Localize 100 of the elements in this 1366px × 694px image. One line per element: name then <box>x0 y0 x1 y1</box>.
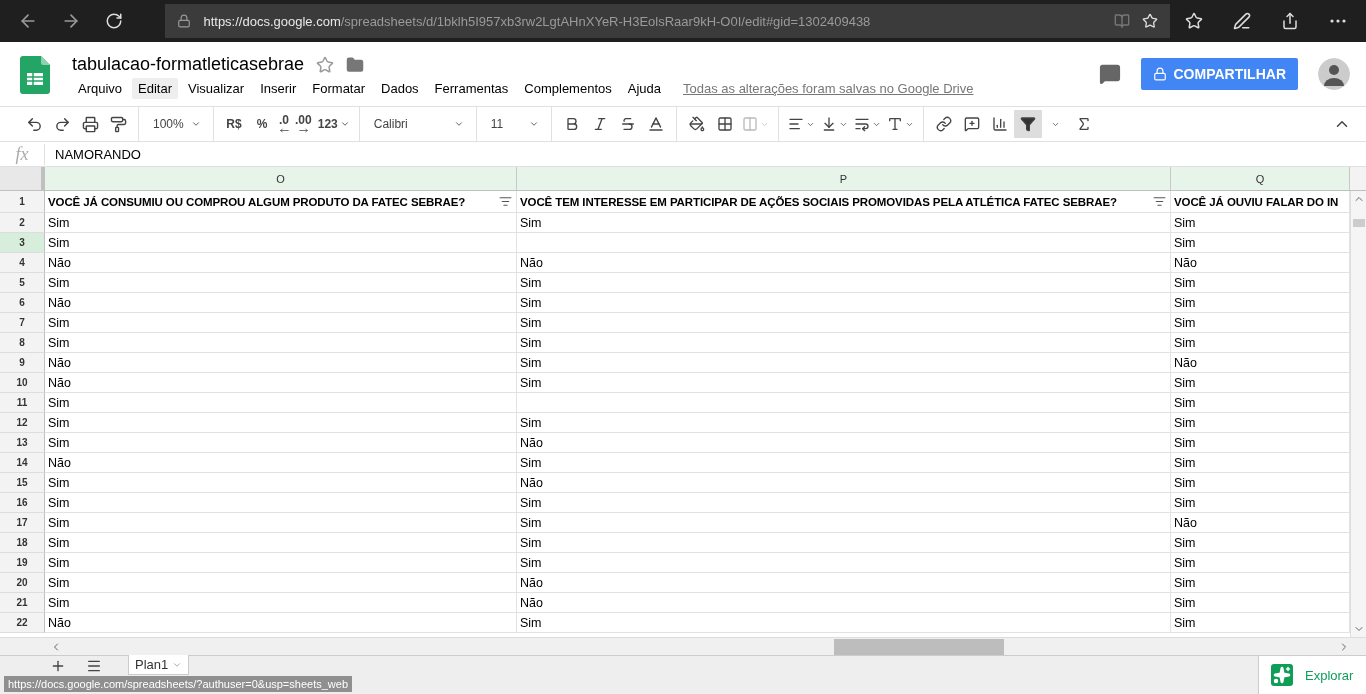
row-header[interactable]: 17 <box>0 513 45 533</box>
percent-button[interactable]: % <box>248 110 276 138</box>
save-status-link[interactable]: Todas as alterações foram salvas no Google Drive <box>683 81 974 96</box>
row-header[interactable]: 14 <box>0 453 45 473</box>
row-header[interactable]: 20 <box>0 573 45 593</box>
table-cell: Sim <box>1171 313 1350 333</box>
table-cell: Sim <box>1171 413 1350 433</box>
sheet-tab[interactable]: Plan1 <box>128 655 190 675</box>
row-header[interactable]: 15 <box>0 473 45 493</box>
currency-button[interactable]: R$ <box>220 110 248 138</box>
table-cell: Sim <box>45 513 517 533</box>
table-cell: Sim <box>1171 373 1350 393</box>
reading-view-icon[interactable] <box>1114 13 1130 29</box>
share-button[interactable]: COMPARTILHAR <box>1141 58 1298 90</box>
avatar[interactable] <box>1318 58 1350 90</box>
table-cell: Sim <box>45 333 517 353</box>
menu-item[interactable]: Ajuda <box>621 78 667 99</box>
zoom-dropdown[interactable]: 100% <box>145 110 207 138</box>
row-header[interactable]: 21 <box>0 593 45 613</box>
menu-item[interactable]: Arquivo <box>72 78 129 99</box>
table-cell: Sim <box>45 533 517 553</box>
table-cell: Sim <box>517 413 1171 433</box>
scroll-thumb[interactable] <box>834 638 1004 655</box>
filter-icon[interactable] <box>499 195 512 208</box>
table-cell: Sim <box>1171 453 1350 473</box>
redo-icon <box>53 115 71 133</box>
row-header[interactable]: 22 <box>0 613 45 633</box>
address-bar[interactable]: https://docs.google.com/spreadsheets/d/1bklh5I957xb3rw2LgtAHnXYeR-H3EolsRaar9kH-O0I/edit#gid=1302409438 <box>165 4 1170 38</box>
increase-decimals-button[interactable]: .00 <box>292 110 315 138</box>
comments-icon[interactable] <box>1099 63 1122 85</box>
table-cell: Sim <box>517 333 1171 353</box>
row-header[interactable]: 2 <box>0 213 45 233</box>
sheets-logo[interactable] <box>20 56 50 94</box>
table-cell: Não <box>1171 253 1350 273</box>
explore-button[interactable]: Explorar <box>1258 656 1366 694</box>
menu-item[interactable]: Formatar <box>306 78 372 99</box>
more-icon <box>1330 19 1346 23</box>
table-cell: Sim <box>517 513 1171 533</box>
table-cell: Sim <box>45 473 517 493</box>
paint-roller-icon <box>109 115 127 133</box>
table-cell: Sim <box>517 613 1171 633</box>
decrease-decimals-button[interactable]: .0 <box>276 110 292 138</box>
menu-item[interactable]: Inserir <box>254 78 303 99</box>
wrap-text-icon <box>853 116 870 132</box>
star-icon <box>1185 12 1203 30</box>
caret-icon <box>528 119 539 129</box>
row-header[interactable]: 11 <box>0 393 45 413</box>
star-icon[interactable] <box>316 55 335 74</box>
menu-item[interactable]: Editar <box>132 78 179 99</box>
borders-icon <box>716 116 733 132</box>
row-header[interactable]: 5 <box>0 273 45 293</box>
table-cell: Sim <box>1171 553 1350 573</box>
row-header[interactable]: 9 <box>0 353 45 373</box>
row-header[interactable]: 8 <box>0 333 45 353</box>
favorite-icon[interactable] <box>1142 13 1158 29</box>
menu-item[interactable]: Complementos <box>518 78 618 99</box>
table-cell: Sim <box>1171 493 1350 513</box>
row-header[interactable]: 13 <box>0 433 45 453</box>
row-header[interactable]: 12 <box>0 413 45 433</box>
row-header[interactable]: 7 <box>0 313 45 333</box>
row-header[interactable]: 18 <box>0 533 45 553</box>
column-header[interactable]: O <box>45 167 517 190</box>
column-header[interactable]: P <box>517 167 1171 190</box>
column-title: VOCÊ JÁ CONSUMIU OU COMPROU ALGUM PRODUTO DA FATEC SEBRAE? <box>48 195 466 208</box>
scroll-thumb[interactable] <box>1352 219 1365 227</box>
filter-icon <box>1019 116 1036 132</box>
plus-icon <box>50 658 66 674</box>
table-cell: Sim <box>1171 473 1350 493</box>
menu-item[interactable]: Ferramentas <box>428 78 515 99</box>
paint-bucket-icon <box>688 116 705 132</box>
table-cell: Sim <box>1171 533 1350 553</box>
row-header[interactable]: 4 <box>0 253 45 273</box>
filter-button[interactable] <box>1013 110 1042 138</box>
table-cell: Não <box>1171 513 1350 533</box>
filter-icon[interactable] <box>1153 195 1166 208</box>
font-dropdown[interactable]: Calibri <box>365 110 470 138</box>
column-header[interactable]: Q <box>1171 167 1350 190</box>
vertical-scrollbar[interactable] <box>1350 191 1366 637</box>
table-cell: Não <box>517 593 1171 613</box>
menu-item[interactable]: Dados <box>375 78 425 99</box>
row-header[interactable]: 1 <box>0 191 45 213</box>
table-cell: Sim <box>45 393 517 413</box>
caret-icon <box>191 119 201 129</box>
row-header[interactable]: 6 <box>0 293 45 313</box>
font-size-dropdown[interactable]: 11 <box>482 110 545 138</box>
list-icon <box>86 658 102 674</box>
table-cell: Sim <box>1171 613 1350 633</box>
lock-icon <box>177 14 192 28</box>
row-header[interactable]: 16 <box>0 493 45 513</box>
folder-icon[interactable] <box>346 55 365 74</box>
row-header[interactable]: 10 <box>0 373 45 393</box>
table-cell: Sim <box>45 313 517 333</box>
row-header[interactable]: 19 <box>0 553 45 573</box>
row-header[interactable]: 3 <box>0 233 45 253</box>
table-cell: Sim <box>1171 593 1350 613</box>
horizontal-scrollbar[interactable] <box>0 637 1366 655</box>
number-format-dropdown[interactable]: 123 <box>314 110 353 138</box>
menu-item[interactable]: Visualizar <box>182 78 251 99</box>
table-cell: Não <box>45 353 517 373</box>
table-cell: Sim <box>45 413 517 433</box>
